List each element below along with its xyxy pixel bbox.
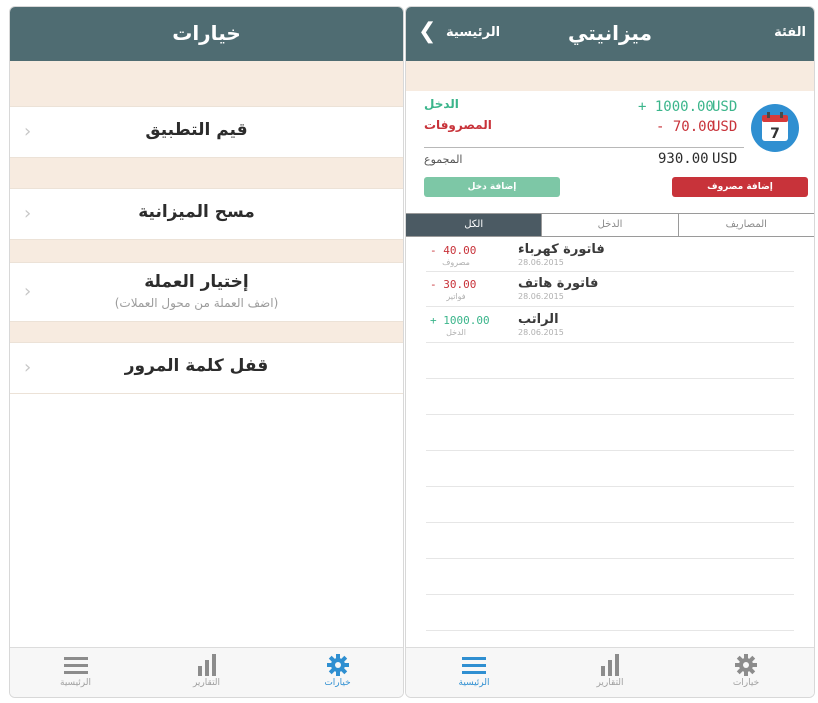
bar-chart-icon <box>197 654 216 676</box>
menu-item-app-values[interactable]: › قيم التطبيق <box>10 106 403 158</box>
transaction-category: مصروف <box>442 258 470 267</box>
tab-options[interactable]: خيارات <box>272 648 403 697</box>
tab-home[interactable]: الرئيسية <box>10 648 141 697</box>
expense-amount: - 70.00 <box>656 119 716 135</box>
tab-label: خيارات <box>732 678 760 688</box>
calendar-icon[interactable]: 7 <box>750 103 800 153</box>
chevron-right-icon: › <box>24 203 32 224</box>
transaction-list: - 40.00 مصروف فاتورة كهرباء 28.06.2015 -… <box>406 238 814 647</box>
add-income-button[interactable]: إضافة دخل <box>424 177 560 197</box>
tab-bar: الرئيسية التقارير خيارات <box>406 647 814 697</box>
transaction-date: 28.06.2015 <box>518 292 564 301</box>
segment-expenses[interactable]: المصاريف <box>677 214 814 236</box>
menu-item-label: قفل كلمة المرور <box>124 356 269 376</box>
row-divider <box>426 414 794 415</box>
options-nav-bar: خيارات <box>10 7 403 61</box>
menu-item-passcode-lock[interactable]: › قفل كلمة المرور <box>10 342 403 394</box>
expense-currency: USD <box>712 119 738 135</box>
bar-chart-icon <box>601 654 619 676</box>
transaction-amount: + 1000.00 <box>430 314 490 327</box>
options-title: خيارات <box>172 21 241 45</box>
filter-segmented-control: الكل الدخل المصاريف <box>406 213 814 237</box>
row-divider <box>426 342 794 343</box>
row-divider <box>426 522 794 523</box>
transaction-amount: - 40.00 <box>430 244 477 257</box>
transaction-title: فاتورة هاتف <box>518 276 599 291</box>
budget-nav-bar: ❮ الرئيسية ميزانيتي الفئة <box>406 7 814 61</box>
tab-bar: الرئيسية التقارير خيارات <box>10 647 403 697</box>
row-divider <box>426 486 794 487</box>
transaction-category: الدخل <box>446 328 466 337</box>
row-divider <box>426 594 794 595</box>
expense-label: المصروفات <box>424 118 492 132</box>
total-currency: USD <box>712 151 738 167</box>
calendar-day: 7 <box>770 126 780 142</box>
segment-income[interactable]: الدخل <box>541 214 678 236</box>
options-screen: خيارات › قيم التطبيق › مسح الميزانية › إ… <box>9 6 404 698</box>
spacer-band <box>10 61 403 106</box>
row-divider <box>426 306 794 307</box>
chevron-right-icon: › <box>24 281 32 302</box>
chevron-right-icon: › <box>24 121 32 142</box>
list-icon <box>462 657 486 674</box>
transaction-date: 28.06.2015 <box>518 328 564 337</box>
transaction-amount: - 30.00 <box>430 278 477 291</box>
category-button[interactable]: الفئة <box>774 25 806 40</box>
row-divider <box>426 630 794 631</box>
income-label: الدخل <box>424 97 459 111</box>
tab-reports[interactable]: التقارير <box>141 648 272 697</box>
segment-all[interactable]: الكل <box>406 214 542 236</box>
list-icon <box>63 657 88 674</box>
tab-label: خيارات <box>324 678 351 688</box>
menu-item-label: قيم التطبيق <box>145 120 248 140</box>
tab-reports[interactable]: التقارير <box>542 648 678 697</box>
spacer-band <box>10 240 403 262</box>
menu-item-label: إختيار العملة <box>144 272 249 292</box>
menu-item-currency[interactable]: › إختيار العملة (اضف العملة من محول العم… <box>10 262 403 322</box>
income-amount: + 1000.00 <box>638 99 714 115</box>
budget-title: ميزانيتي <box>568 21 652 45</box>
menu-item-subtitle: (اضف العملة من محول العملات) <box>114 296 279 310</box>
tab-options[interactable]: خيارات <box>678 648 814 697</box>
tab-home[interactable]: الرئيسية <box>406 648 542 697</box>
tab-label: التقارير <box>596 678 624 688</box>
total-amount: 930.00 <box>658 151 709 167</box>
income-currency: USD <box>712 99 738 115</box>
transaction-title: فاتورة كهرباء <box>518 242 605 257</box>
menu-item-label: مسح الميزانية <box>138 202 255 222</box>
total-label: المجموع <box>424 153 463 166</box>
tab-label: الرئيسية <box>60 678 91 688</box>
menu-item-clear-budget[interactable]: › مسح الميزانية <box>10 188 403 240</box>
gear-icon <box>735 654 757 676</box>
transaction-category: فواتير <box>446 292 466 301</box>
divider <box>424 147 744 148</box>
transaction-title: الراتب <box>518 312 559 327</box>
transaction-date: 28.06.2015 <box>518 258 564 267</box>
gear-icon <box>326 654 349 676</box>
add-expense-button[interactable]: إضافة مصروف <box>672 177 808 197</box>
chevron-right-icon: › <box>24 357 32 378</box>
row-divider <box>426 558 794 559</box>
budget-summary: 7 + 1000.00 USD الدخل - 70.00 USD المصرو… <box>406 91 814 207</box>
spacer-band <box>406 61 814 91</box>
row-divider <box>426 271 794 272</box>
spacer-band <box>10 322 403 342</box>
row-divider <box>426 450 794 451</box>
tab-label: التقارير <box>192 678 221 688</box>
spacer-band <box>10 158 403 188</box>
budget-screen: ❮ الرئيسية ميزانيتي الفئة 7 + 1000.00 US… <box>405 6 815 698</box>
row-divider <box>426 378 794 379</box>
tab-label: الرئيسية <box>458 678 490 688</box>
